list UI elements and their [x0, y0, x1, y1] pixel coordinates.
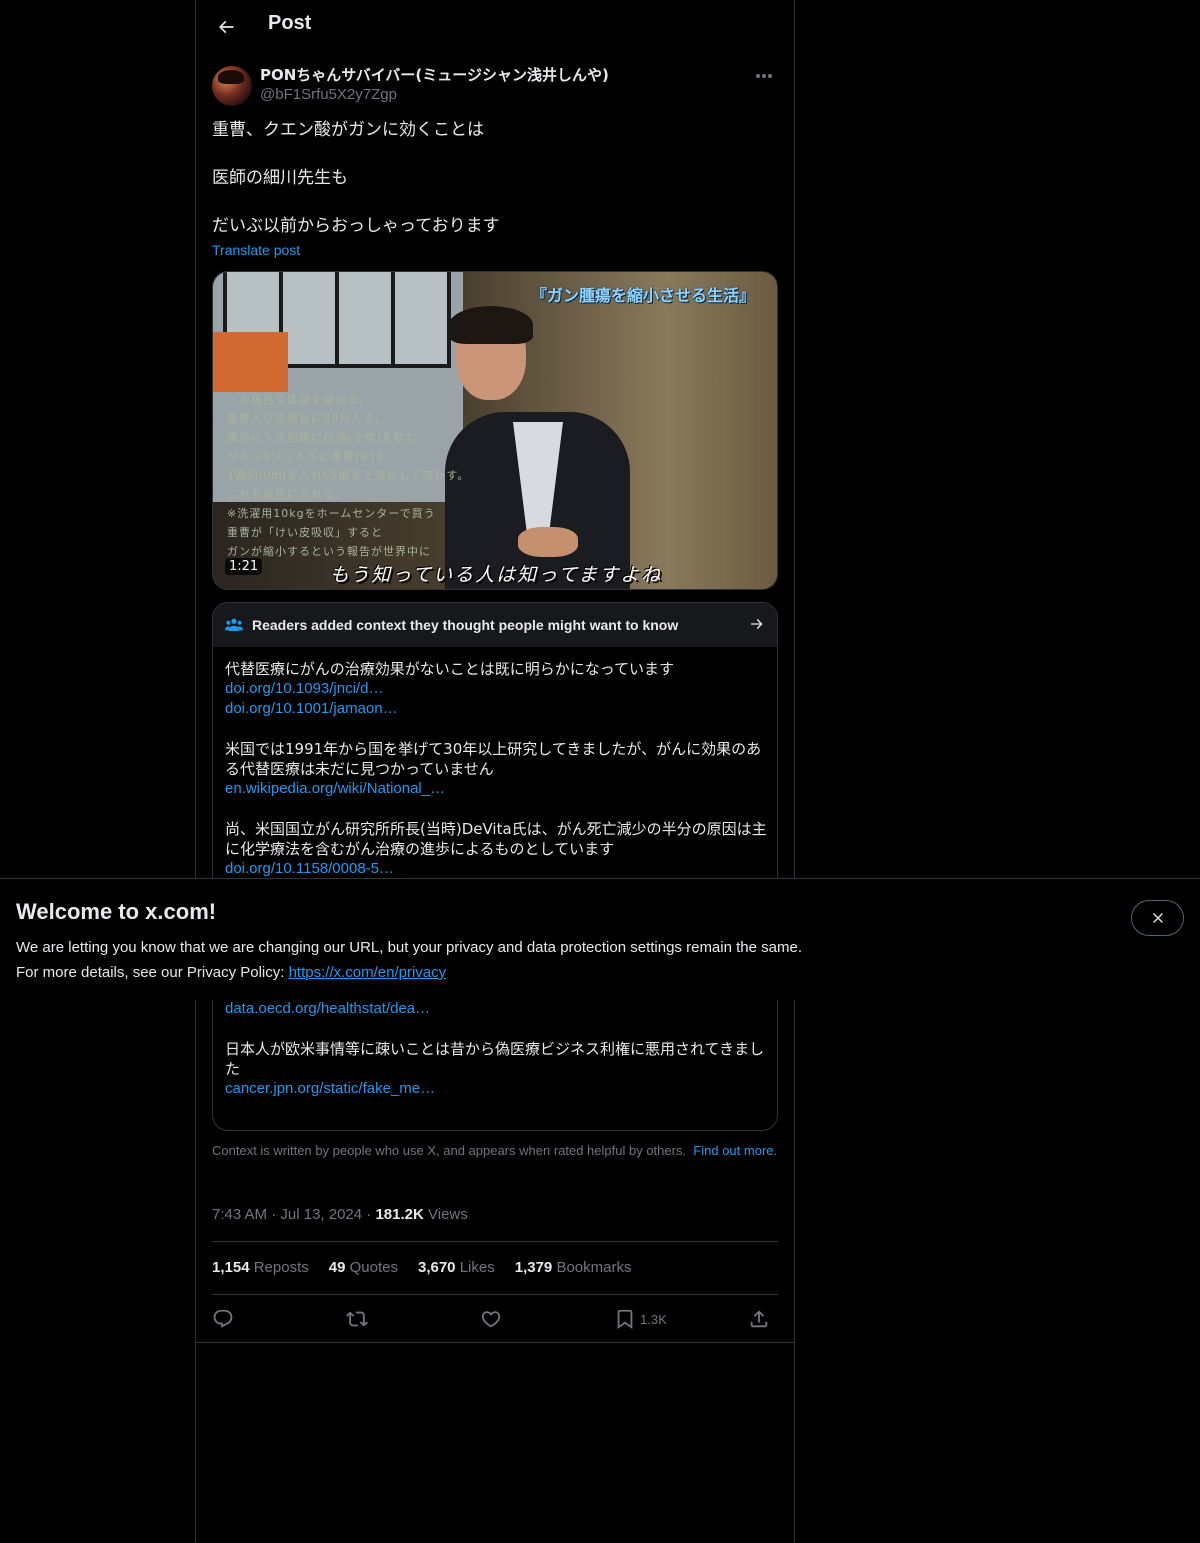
post-line: 医師の細川先生も: [212, 168, 348, 188]
note-source-link[interactable]: doi.org/10.1158/0008-5…: [225, 859, 769, 879]
video-title-overlay: 『ガン腫瘍を縮小させる生活』: [530, 286, 755, 305]
banner-text: We are letting you know that we are chan…: [16, 935, 802, 985]
more-icon: [756, 74, 772, 78]
note-spacer: [225, 719, 769, 739]
post-time[interactable]: 7:43 AM: [212, 1206, 267, 1223]
note-source-link[interactable]: data.oecd.org/healthstat/dea…: [225, 999, 769, 1019]
back-button[interactable]: [212, 13, 240, 41]
quotes-stat[interactable]: 49 Quotes: [329, 1259, 398, 1276]
arrow-right-icon: [751, 619, 763, 629]
bookmark-count: 1.3K: [640, 1311, 667, 1327]
community-notes: Readers added context they thought peopl…: [212, 602, 778, 1131]
like-button[interactable]: [480, 1305, 502, 1333]
video-subtitle: もう知っている人は知ってますよね: [329, 564, 663, 586]
close-icon: [1152, 913, 1163, 923]
note-text: 代替医療にがんの治療効果がないことは既に明らかになっています: [225, 660, 674, 678]
people-icon: [225, 618, 243, 631]
post-author: PONちゃんサバイバー(ミュージシャン浅井しんや) @bF1Srfu5X2y7Z…: [212, 64, 778, 108]
post-line: [212, 190, 778, 214]
author-handle[interactable]: @bF1Srfu5X2y7Zgp: [260, 86, 397, 103]
translate-post-link[interactable]: Translate post: [212, 242, 300, 258]
share-icon: [750, 1310, 768, 1328]
post-date[interactable]: Jul 13, 2024: [280, 1206, 362, 1223]
privacy-policy-link[interactable]: https://x.com/en/privacy: [289, 964, 447, 981]
note-text: 尚、米国国立がん研究所所長(当時)DeVita氏は、がん死亡減少の半分の原因は主…: [225, 820, 767, 858]
context-footer-text: Context is written by people who use X, …: [212, 1143, 687, 1158]
reposts-stat[interactable]: 1,154 Reposts: [212, 1259, 309, 1276]
note-spacer: [225, 799, 769, 819]
post-meta: 7:43 AM · Jul 13, 2024 · 181.2K Views: [212, 1206, 468, 1223]
primary-column: Post PONちゃんサバイバー(ミュージシャン浅井しんや) @bF1Srfu5…: [195, 0, 795, 1543]
note-text: 日本人が欧米事情等に疎いことは昔から偽医療ビジネス利権に悪用されてきました: [225, 1040, 765, 1078]
likes-stat[interactable]: 3,670 Likes: [418, 1259, 495, 1276]
divider: [212, 1294, 778, 1295]
reply-button[interactable]: [212, 1305, 234, 1333]
community-notes-title: Readers added context they thought peopl…: [252, 617, 679, 633]
post-stats: 1,154 Reposts 49 Quotes 3,670 Likes 1,37…: [212, 1259, 631, 1276]
reply-icon: [213, 1309, 233, 1328]
post-line: だいぶ以前からおっしゃっております: [212, 216, 500, 236]
bookmarks-stat[interactable]: 1,379 Bookmarks: [515, 1259, 632, 1276]
post-actions: 1.3K: [212, 1305, 778, 1333]
banner-line-2: For more details, see our Privacy Policy…: [16, 964, 447, 981]
community-notes-header[interactable]: Readers added context they thought peopl…: [213, 603, 777, 647]
divider: [212, 1241, 778, 1242]
video-player[interactable]: ・お風呂で体温を温める。 重曹入りの風呂に30分入る。 風呂に入る前後に白湯(さ…: [212, 271, 778, 590]
post-line: 重曹、クエン酸がガンに効くことは: [212, 120, 484, 140]
note-text: 米国では1991年から国を挙げて30年以上研究してきましたが、がんに効果のある代…: [225, 740, 762, 778]
post-text: 重曹、クエン酸がガンに効くことは 医師の細川先生も だいぶ以前からおっしゃってお…: [212, 118, 778, 238]
banner-line-1: We are letting you know that we are chan…: [16, 939, 802, 956]
share-button[interactable]: [748, 1305, 770, 1333]
back-arrow-icon: [218, 20, 234, 34]
page-header: Post: [196, 0, 794, 54]
banner-close-button[interactable]: [1131, 900, 1184, 936]
note-spacer: [225, 1019, 769, 1039]
note-source-link[interactable]: en.wikipedia.org/wiki/National_…: [225, 779, 769, 799]
url-change-banner: Welcome to x.com! We are letting you kno…: [0, 878, 1200, 1000]
context-footer: Context is written by people who use X, …: [212, 1143, 778, 1159]
views-label: Views: [428, 1206, 468, 1223]
banner-title: Welcome to x.com!: [16, 899, 217, 924]
note-source-link[interactable]: doi.org/10.1093/jnci/d…: [225, 679, 769, 699]
more-options-button[interactable]: [750, 66, 778, 86]
video-overlay-text: ・お風呂で体温を温める。 重曹入りの風呂に30分入る。 風呂に入る前後に白湯(さ…: [227, 393, 470, 558]
repost-icon: [346, 1311, 368, 1327]
bookmark-icon: [617, 1309, 633, 1330]
divider: [196, 1342, 794, 1343]
note-source-link[interactable]: doi.org/10.1001/jamaon…: [225, 699, 769, 719]
video-duration-badge: 1:21: [225, 558, 263, 575]
note-source-link[interactable]: cancer.jpn.org/static/fake_me…: [225, 1079, 769, 1099]
page-title: Post: [268, 12, 312, 34]
author-display-name[interactable]: PONちゃんサバイバー(ミュージシャン浅井しんや): [260, 64, 609, 85]
bookmark-button[interactable]: 1.3K: [614, 1305, 667, 1333]
video-books: [213, 332, 288, 392]
repost-button[interactable]: [346, 1305, 368, 1333]
avatar[interactable]: [212, 66, 252, 106]
post-line: [212, 142, 778, 166]
views-count: 181.2K: [375, 1206, 424, 1223]
like-icon: [481, 1311, 501, 1328]
find-out-more-link[interactable]: Find out more.: [693, 1143, 777, 1158]
